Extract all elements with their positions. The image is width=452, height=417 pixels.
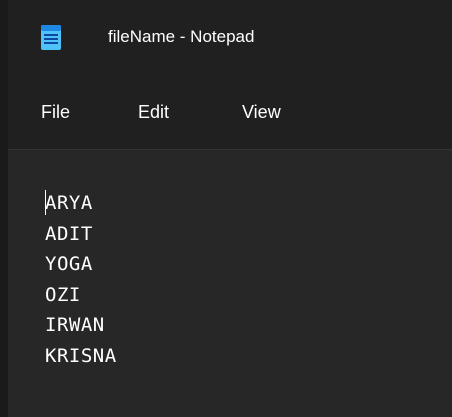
text-line: ARYA [45,192,93,214]
menu-edit[interactable]: Edit [138,102,169,123]
text-line: YOGA [45,253,93,275]
menu-file[interactable]: File [41,102,70,123]
title-bar: fileName - Notepad [8,0,452,76]
text-content[interactable]: ARYA ADIT YOGA OZI IRWAN KRISNA [45,188,117,371]
menu-view[interactable]: View [242,102,281,123]
menu-bar: File Edit View [8,76,452,149]
notepad-window: fileName - Notepad File Edit View ARYA A… [0,0,452,417]
text-line: OZI [45,283,81,306]
text-editor[interactable]: ARYA ADIT YOGA OZI IRWAN KRISNA [8,149,452,417]
window-title: fileName - Notepad [108,27,255,46]
text-line: KRISNA [45,344,117,367]
notepad-icon [41,25,61,50]
text-line: ADIT [45,222,93,245]
text-line: IRWAN [45,314,105,336]
